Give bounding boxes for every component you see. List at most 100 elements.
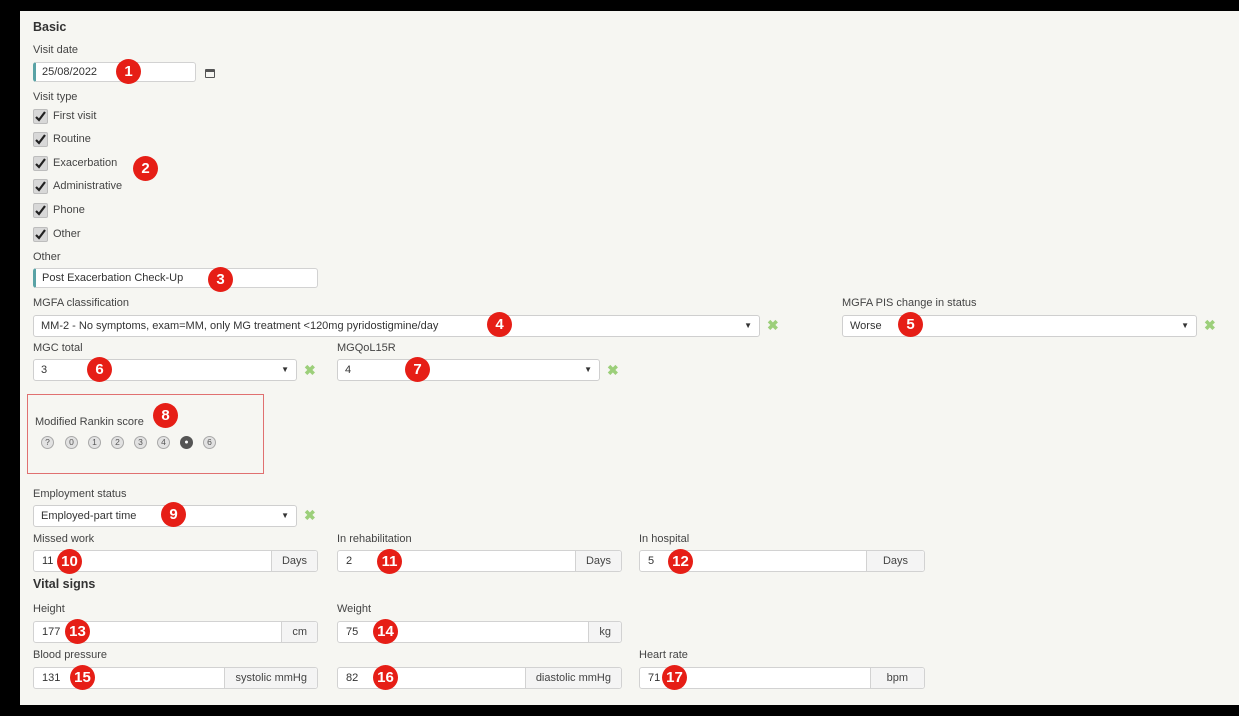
checkmark-icon (35, 158, 46, 169)
rehab-label: In rehabilitation (337, 533, 412, 545)
section-vital-signs: Vital signs (33, 577, 96, 591)
mgfa-value: MM-2 - No symptoms, exam=MM, only MG tre… (41, 320, 439, 332)
days-unit: Days (270, 551, 317, 571)
mgfa-label: MGFA classification (33, 297, 129, 309)
rankin-option-2[interactable]: 2 (111, 436, 124, 449)
clear-icon[interactable]: ✖ (304, 508, 316, 522)
mgfa-select[interactable]: MM-2 - No symptoms, exam=MM, only MG tre… (33, 315, 760, 337)
mgqol-value: 4 (345, 364, 352, 376)
rankin-option-0[interactable]: 0 (65, 436, 78, 449)
dropdown-arrow-icon: ▼ (281, 365, 289, 374)
cm-unit: cm (281, 622, 317, 642)
days-unit: Days (574, 551, 621, 571)
callout-badge: 8 (153, 403, 178, 428)
other-input[interactable]: Post Exacerbation Check-Up (33, 268, 318, 288)
days-unit: Days (865, 551, 924, 571)
calendar-icon[interactable] (205, 69, 215, 78)
checkbox-label: Administrative (53, 180, 123, 192)
callout-badge: 9 (161, 502, 186, 527)
visit-date-input[interactable]: 25/08/2022 (33, 62, 196, 82)
clear-icon[interactable]: ✖ (304, 363, 316, 377)
mgc-label: MGC total (33, 342, 83, 354)
diastolic-value: 82 (346, 672, 359, 684)
checkmark-icon (35, 229, 46, 240)
checkbox-first-visit[interactable] (33, 109, 48, 124)
checkmark-icon (35, 111, 46, 122)
checkmark-icon (35, 134, 46, 145)
rankin-option-4[interactable]: 4 (157, 436, 170, 449)
rankin-highlight-box (27, 394, 264, 474)
dropdown-arrow-icon: ▼ (744, 321, 752, 330)
missed-work-value: 11 (42, 555, 54, 567)
visit-date-label: Visit date (33, 44, 79, 56)
missed-work-label: Missed work (33, 533, 95, 545)
rankin-option-5[interactable]: ● (180, 436, 193, 449)
employment-label: Employment status (33, 488, 127, 500)
heart-rate-value: 71 (648, 672, 661, 684)
dropdown-arrow-icon: ▼ (584, 365, 592, 374)
checkmark-icon (35, 181, 46, 192)
callout-badge: 17 (662, 665, 687, 690)
clear-icon[interactable]: ✖ (1204, 318, 1216, 332)
rankin-option-1[interactable]: 1 (88, 436, 101, 449)
employment-value: Employed-part time (41, 510, 137, 522)
dropdown-arrow-icon: ▼ (1181, 321, 1189, 330)
weight-value: 75 (346, 626, 359, 638)
mgfa-pis-select[interactable]: Worse ▼ (842, 315, 1197, 337)
dropdown-arrow-icon: ▼ (281, 511, 289, 520)
clear-icon[interactable]: ✖ (607, 363, 619, 377)
checkbox-exacerbation[interactable] (33, 156, 48, 171)
height-label: Height (33, 603, 65, 615)
diastolic-unit: diastolic mmHg (524, 668, 621, 688)
callout-badge: 3 (208, 267, 233, 292)
callout-badge: 12 (668, 549, 693, 574)
mgc-value: 3 (41, 364, 48, 376)
rankin-option-3[interactable]: 3 (134, 436, 147, 449)
visit-type-label: Visit type (33, 91, 78, 103)
checkbox-phone[interactable] (33, 203, 48, 218)
checkbox-label: Exacerbation (53, 157, 118, 169)
blood-pressure-label: Blood pressure (33, 649, 107, 661)
kg-unit: kg (588, 622, 621, 642)
heart-rate-label: Heart rate (639, 649, 688, 661)
callout-badge: 15 (70, 665, 95, 690)
form-panel: Basic Visit date 25/08/2022 Visit type F… (20, 11, 1239, 705)
systolic-value: 131 (42, 672, 61, 684)
callout-badge: 14 (373, 619, 398, 644)
rankin-option-unknown[interactable]: ? (41, 436, 54, 449)
callout-badge: 7 (405, 357, 430, 382)
systolic-unit: systolic mmHg (224, 668, 317, 688)
checkbox-label: Phone (53, 204, 85, 216)
callout-badge: 16 (373, 665, 398, 690)
callout-badge: 1 (116, 59, 141, 84)
other-label: Other (33, 251, 61, 263)
callout-badge: 4 (487, 312, 512, 337)
rankin-label: Modified Rankin score (35, 416, 144, 428)
hospital-label: In hospital (639, 533, 690, 545)
mgc-select[interactable]: 3 ▼ (33, 359, 297, 381)
checkbox-label: Routine (53, 133, 91, 145)
checkmark-icon (35, 205, 46, 216)
mgqol-label: MGQoL15R (337, 342, 396, 354)
checkbox-other[interactable] (33, 227, 48, 242)
callout-badge: 6 (87, 357, 112, 382)
weight-label: Weight (337, 603, 372, 615)
callout-badge: 10 (57, 549, 82, 574)
mgqol-select[interactable]: 4 ▼ (337, 359, 600, 381)
checkbox-routine[interactable] (33, 132, 48, 147)
section-basic: Basic (33, 20, 67, 34)
bpm-unit: bpm (869, 668, 924, 688)
clear-icon[interactable]: ✖ (767, 318, 779, 332)
callout-badge: 13 (65, 619, 90, 644)
callout-badge: 5 (898, 312, 923, 337)
mgfa-pis-label: MGFA PIS change in status (842, 297, 977, 309)
rankin-option-6[interactable]: 6 (203, 436, 216, 449)
checkbox-administrative[interactable] (33, 179, 48, 194)
checkbox-label: Other (53, 228, 81, 240)
callout-badge: 11 (377, 549, 402, 574)
hospital-value: 5 (648, 555, 655, 567)
rehab-value: 2 (346, 555, 353, 567)
height-value: 177 (42, 626, 61, 638)
callout-badge: 2 (133, 156, 158, 181)
mgfa-pis-value: Worse (850, 320, 882, 332)
